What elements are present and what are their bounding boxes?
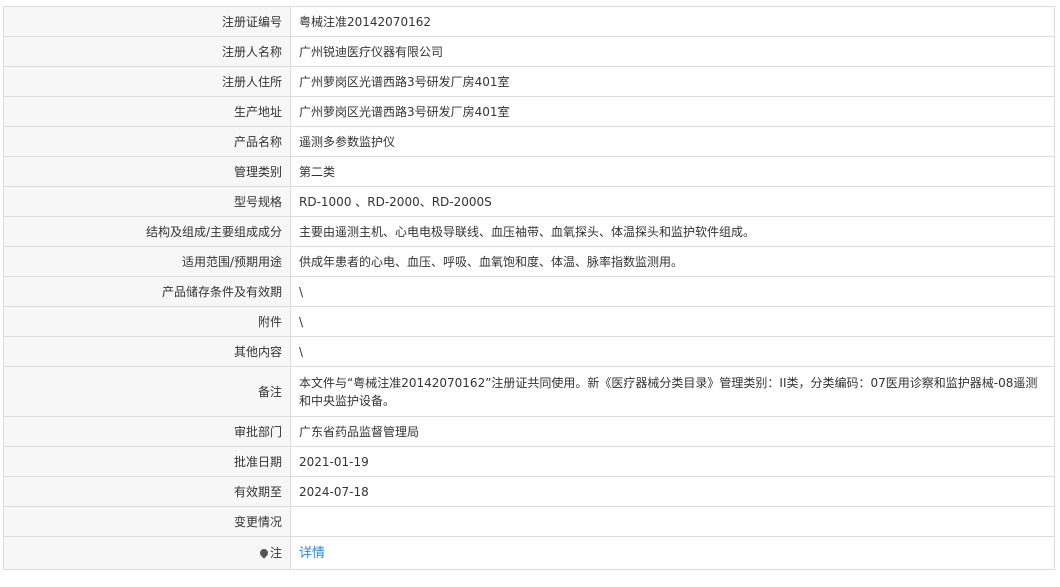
row-label: 适用范围/预期用途 [3,246,291,277]
row-label: 批准日期 [3,446,291,477]
row-label: 备注 [3,366,291,417]
row-value: 主要由遥测主机、心电电极导联线、血压袖带、血氧探头、体温探头和监护软件组成。 [290,216,1055,247]
row-label: 审批部门 [3,416,291,447]
row-label: 型号规格 [3,186,291,217]
row-label: 生产地址 [3,96,291,127]
table-row: 产品名称 遥测多参数监护仪 [3,126,1055,157]
row-value: \ [290,276,1055,307]
row-value: \ [290,306,1055,337]
row-value: 广州萝岗区光谱西路3号研发厂房401室 [290,66,1055,97]
row-value: 广州锐迪医疗仪器有限公司 [290,36,1055,67]
table-row: 其他内容 \ [3,336,1055,367]
row-value: 供成年患者的心电、血压、呼吸、血氧饱和度、体温、脉率指数监测用。 [290,246,1055,277]
row-label: 注册证编号 [3,6,291,37]
row-label: 结构及组成/主要组成成分 [3,216,291,247]
row-label: 变更情况 [3,506,291,537]
row-label: 其他内容 [3,336,291,367]
row-label: 产品储存条件及有效期 [3,276,291,307]
pin-icon [258,547,270,559]
table-row: 管理类别 第二类 [3,156,1055,187]
registration-detail-table: 注册证编号 粤械注准20142070162 注册人名称 广州锐迪医疗仪器有限公司… [3,6,1055,570]
row-value: 广东省药品监督管理局 [290,416,1055,447]
table-row: 注册人住所 广州萝岗区光谱西路3号研发厂房401室 [3,66,1055,97]
table-row: 适用范围/预期用途 供成年患者的心电、血压、呼吸、血氧饱和度、体温、脉率指数监测… [3,246,1055,277]
row-value: 遥测多参数监护仪 [290,126,1055,157]
table-row: 型号规格 RD-1000 、RD-2000、RD-2000S [3,186,1055,217]
table-row: 附件 \ [3,306,1055,337]
table-row: 结构及组成/主要组成成分 主要由遥测主机、心电电极导联线、血压袖带、血氧探头、体… [3,216,1055,247]
table-row: 备注 本文件与“粤械注准20142070162”注册证共同使用。新《医疗器械分类… [3,366,1055,417]
note-label: 注 [269,546,282,560]
row-label: 管理类别 [3,156,291,187]
table-row: 批准日期 2021-01-19 [3,446,1055,477]
row-label: 注册人住所 [3,66,291,97]
row-value: 粤械注准20142070162 [290,6,1055,37]
table-row: 审批部门 广东省药品监督管理局 [3,416,1055,447]
row-label: 产品名称 [3,126,291,157]
row-value: 第二类 [290,156,1055,187]
table-row: 注册人名称 广州锐迪医疗仪器有限公司 [3,36,1055,67]
note-label-cell: 注 [3,536,291,570]
row-value [290,506,1055,537]
row-value: 2021-01-19 [290,446,1055,477]
row-label: 有效期至 [3,476,291,507]
row-value: \ [290,336,1055,367]
table-row: 产品储存条件及有效期 \ [3,276,1055,307]
details-link[interactable]: 详情 [299,546,325,561]
row-value: 广州萝岗区光谱西路3号研发厂房401室 [290,96,1055,127]
note-value-cell: 详情 [290,536,1055,570]
row-value: 2024-07-18 [290,476,1055,507]
row-value: RD-1000 、RD-2000、RD-2000S [290,186,1055,217]
table-row: 变更情况 [3,506,1055,537]
table-row: 注册证编号 粤械注准20142070162 [3,6,1055,37]
table-row: 生产地址 广州萝岗区光谱西路3号研发厂房401室 [3,96,1055,127]
row-label: 注册人名称 [3,36,291,67]
row-label: 附件 [3,306,291,337]
table-row: 有效期至 2024-07-18 [3,476,1055,507]
row-value: 本文件与“粤械注准20142070162”注册证共同使用。新《医疗器械分类目录》… [290,366,1055,417]
note-row: 注 详情 [3,536,1055,570]
